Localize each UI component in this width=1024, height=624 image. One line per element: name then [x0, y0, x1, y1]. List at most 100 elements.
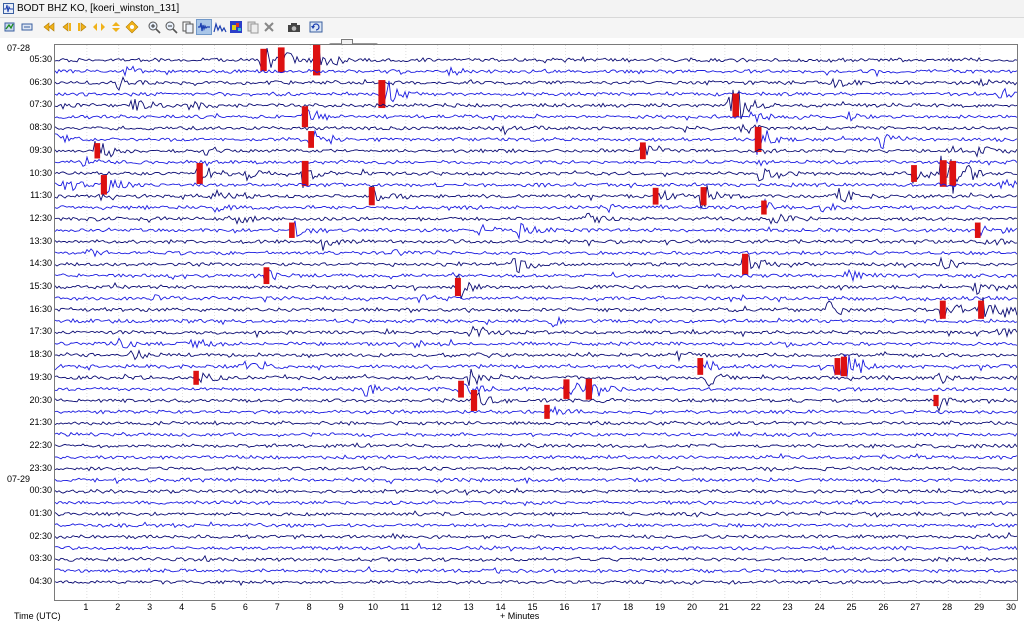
- minute-tick-label: 24: [814, 602, 825, 612]
- clipped-event-marker: [277, 47, 285, 73]
- forward-icon[interactable]: [76, 20, 90, 34]
- waveform-icon[interactable]: [196, 19, 212, 35]
- minute-tick-label: 23: [782, 602, 793, 612]
- helicorder-traces: [55, 45, 1017, 600]
- trace-row: [55, 76, 1017, 91]
- trace-row: [55, 47, 1017, 69]
- minute-tick-label: 11: [400, 602, 410, 612]
- trace-row: [55, 430, 1017, 438]
- clipped-event-marker: [652, 187, 659, 205]
- minute-tick-label: 12: [431, 602, 442, 612]
- clipped-event-marker: [196, 163, 203, 184]
- trace-row: [55, 294, 1017, 304]
- time-label: 18:30: [29, 349, 52, 360]
- close-x-icon[interactable]: [262, 20, 276, 34]
- zoom-in-icon[interactable]: [147, 20, 161, 34]
- clipped-event-marker: [301, 160, 309, 187]
- clipped-event-marker: [544, 404, 550, 419]
- clip-icon[interactable]: [181, 20, 195, 34]
- minute-tick-label: 13: [463, 602, 474, 612]
- clipped-event-marker: [470, 390, 478, 411]
- trace-row: [55, 466, 1017, 473]
- trace-row: [55, 123, 1017, 136]
- clipped-event-marker: [754, 126, 762, 153]
- clipped-event-marker: [368, 187, 375, 206]
- clipped-event-marker: [697, 358, 704, 375]
- clipped-event-marker: [939, 160, 947, 187]
- clipped-event-marker: [458, 380, 464, 398]
- clipped-event-marker: [563, 379, 570, 399]
- config-icon[interactable]: [20, 20, 34, 34]
- zoom-out-icon[interactable]: [164, 20, 178, 34]
- back-icon[interactable]: [59, 20, 73, 34]
- clipped-event-marker: [732, 93, 740, 118]
- trace-row: [55, 107, 1017, 127]
- trace-row: [55, 565, 1017, 574]
- minute-tick-label: 3: [147, 602, 153, 612]
- trace-row: [55, 368, 1017, 387]
- trace-row: [55, 531, 1017, 540]
- time-label: 16:30: [29, 303, 52, 314]
- clipped-event-marker: [978, 300, 985, 319]
- window-title: BODT BHZ KO, [koeri_winston_131]: [17, 3, 180, 14]
- camera-icon[interactable]: [287, 20, 301, 34]
- minute-tick-label: 6: [242, 602, 248, 612]
- spectrogram-icon[interactable]: [229, 20, 243, 34]
- gear-diamond-icon[interactable]: [125, 20, 139, 34]
- clipped-event-marker: [263, 267, 270, 285]
- trace-row: [55, 65, 1017, 78]
- trace-row: [55, 253, 1017, 274]
- helicorder-app-icon: [3, 3, 14, 14]
- time-label: 02:30: [29, 530, 52, 541]
- trace-row: [55, 141, 1017, 158]
- minute-tick-label: 16: [559, 602, 570, 612]
- clipped-event-marker: [761, 200, 767, 215]
- clipped-event-marker: [700, 187, 707, 206]
- compress-icon[interactable]: [109, 20, 123, 34]
- refresh-icon[interactable]: [309, 20, 323, 34]
- minute-tick-label: 20: [686, 602, 697, 612]
- minute-tick-label: 28: [942, 602, 953, 612]
- pin-icon[interactable]: [3, 20, 17, 34]
- spectra-icon[interactable]: [213, 20, 227, 34]
- time-label: 03:30: [29, 553, 52, 564]
- trace-row: [55, 499, 1017, 507]
- copy-icon[interactable]: [246, 20, 260, 34]
- minute-tick-label: 7: [274, 602, 280, 612]
- minute-tick-label: 30: [1005, 602, 1016, 612]
- trace-row: [55, 268, 1017, 284]
- clipped-event-marker: [301, 106, 309, 128]
- trace-row: [55, 248, 1017, 258]
- time-label: 15:30: [29, 281, 52, 291]
- trace-row: [55, 378, 1017, 401]
- clipped-event-marker: [911, 165, 917, 182]
- trace-row: [55, 315, 1017, 328]
- minute-tick-label: 21: [718, 602, 729, 612]
- clipped-event-marker: [378, 80, 386, 109]
- expand-icon[interactable]: [92, 20, 106, 34]
- trace-row: [55, 477, 1017, 485]
- minute-tick-label: 5: [210, 602, 216, 612]
- minute-tick-label: 27: [910, 602, 921, 612]
- clipped-event-marker: [840, 356, 848, 377]
- clipped-event-marker: [585, 378, 592, 400]
- helicorder-plot[interactable]: [54, 44, 1018, 601]
- back-fast-icon[interactable]: [42, 20, 56, 34]
- toolbar: [0, 18, 1024, 48]
- trace-row: [55, 442, 1017, 449]
- trace-row: [55, 185, 1017, 211]
- minute-tick-label: 9: [338, 602, 344, 612]
- trace-row: [55, 325, 1017, 339]
- time-label: 05:30: [29, 54, 52, 64]
- time-label: 08:30: [29, 122, 52, 133]
- clipped-event-marker: [834, 358, 841, 375]
- minute-tick-label: 17: [591, 602, 602, 612]
- window-titlebar: BODT BHZ KO, [koeri_winston_131]: [0, 0, 1024, 18]
- date-label: 07-29: [7, 474, 31, 484]
- trace-row: [55, 510, 1017, 518]
- time-label: 13:30: [29, 235, 52, 246]
- time-label: 21:30: [29, 417, 52, 428]
- trace-row: [55, 212, 1017, 225]
- time-label: 12:30: [29, 212, 52, 223]
- minute-tick-label: 4: [179, 602, 185, 612]
